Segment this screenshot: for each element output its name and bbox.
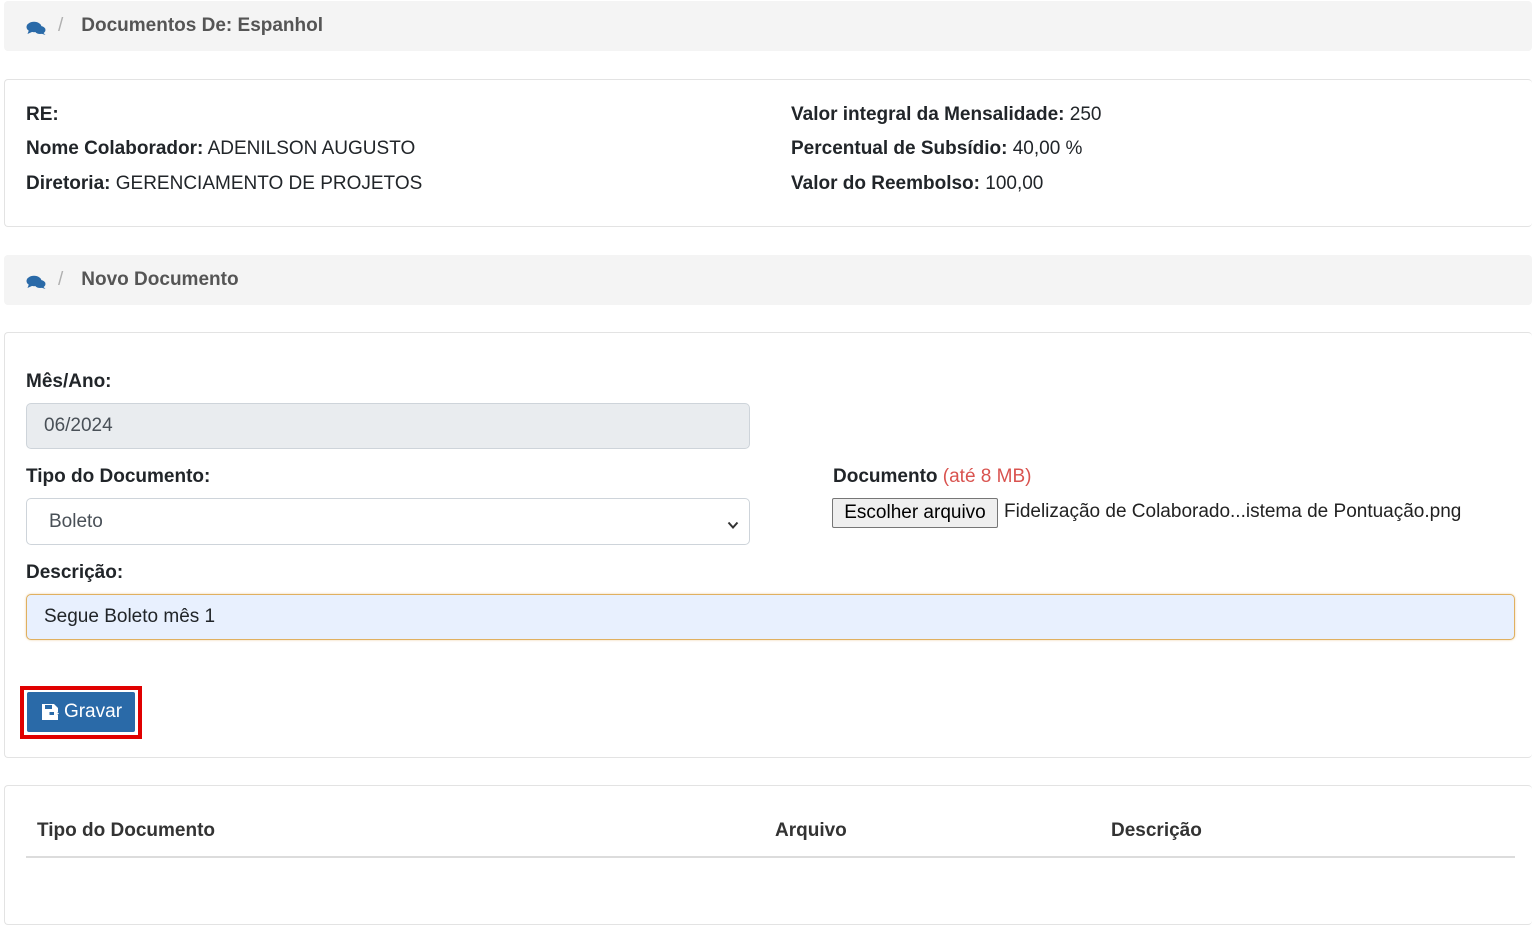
nome-colaborador-value: ADENILSON AUGUSTO — [207, 138, 416, 159]
subsidio-field: Percentual de Subsídio: 40,00 % — [791, 138, 1082, 160]
mes-ano-input[interactable]: 06/2024 — [26, 403, 750, 449]
section-title: Novo Documento — [81, 269, 239, 290]
nome-colaborador-field: Nome Colaborador: ADENILSON AUGUSTO — [26, 138, 415, 160]
tipo-documento-select[interactable]: Boleto — [26, 498, 750, 545]
diretoria-label: Diretoria: — [26, 173, 111, 194]
descricao-value: Segue Boleto mês 1 — [44, 606, 216, 627]
breadcrumb-documentos: / Documentos De: Espanhol — [4, 1, 1532, 51]
re-label: RE: — [26, 104, 59, 125]
reembolso-label: Valor do Reembolso: — [791, 173, 980, 194]
column-header-arquivo[interactable]: Arquivo — [775, 820, 847, 842]
tipo-documento-value: Boleto — [49, 510, 103, 532]
column-header-descricao[interactable]: Descrição — [1111, 820, 1202, 842]
comments-icon — [26, 273, 46, 289]
selected-file-name: Fidelização de Colaborado...istema de Po… — [1004, 501, 1462, 522]
column-header-tipo[interactable]: Tipo do Documento — [37, 820, 215, 842]
new-document-form-card — [4, 332, 1532, 758]
save-button-label: Gravar — [63, 701, 123, 722]
choose-file-button[interactable]: Escolher arquivo — [832, 498, 998, 528]
save-button[interactable]: Gravar — [27, 692, 135, 732]
descricao-label: Descrição: — [26, 562, 124, 583]
mensalidade-field: Valor integral da Mensalidade: 250 — [791, 104, 1101, 126]
table-header-divider — [26, 856, 1515, 858]
diretoria-value: GERENCIAMENTO DE PROJETOS — [115, 173, 423, 194]
reembolso-field: Valor do Reembolso: 100,00 — [791, 173, 1043, 195]
subsidio-label: Percentual de Subsídio: — [791, 138, 1008, 159]
save-icon — [40, 702, 60, 722]
documento-size-hint: (até 8 MB) — [942, 466, 1032, 487]
mes-ano-label: Mês/Ano: — [26, 371, 112, 392]
subsidio-value: 40,00 % — [1012, 138, 1083, 159]
mensalidade-value: 250 — [1069, 104, 1102, 125]
mes-ano-value: 06/2024 — [44, 415, 113, 436]
documento-label: Documento (até 8 MB) — [833, 466, 1031, 488]
documento-label-text: Documento — [833, 466, 938, 487]
reembolso-value: 100,00 — [985, 173, 1044, 194]
documents-table-card — [4, 785, 1532, 925]
descricao-input[interactable]: Segue Boleto mês 1 — [26, 594, 1515, 640]
nome-colaborador-label: Nome Colaborador: — [26, 138, 204, 159]
breadcrumb-novo-documento: / Novo Documento — [4, 255, 1532, 305]
diretoria-field: Diretoria: GERENCIAMENTO DE PROJETOS — [26, 173, 422, 195]
comments-icon — [26, 19, 46, 35]
breadcrumb-separator: / — [58, 269, 64, 290]
tipo-documento-label: Tipo do Documento: — [26, 466, 211, 487]
breadcrumb-separator: / — [58, 15, 64, 36]
chevron-down-icon — [727, 515, 739, 529]
re-field: RE: — [26, 104, 59, 126]
mensalidade-label: Valor integral da Mensalidade: — [791, 104, 1065, 125]
page-title: Documentos De: Espanhol — [81, 15, 324, 36]
